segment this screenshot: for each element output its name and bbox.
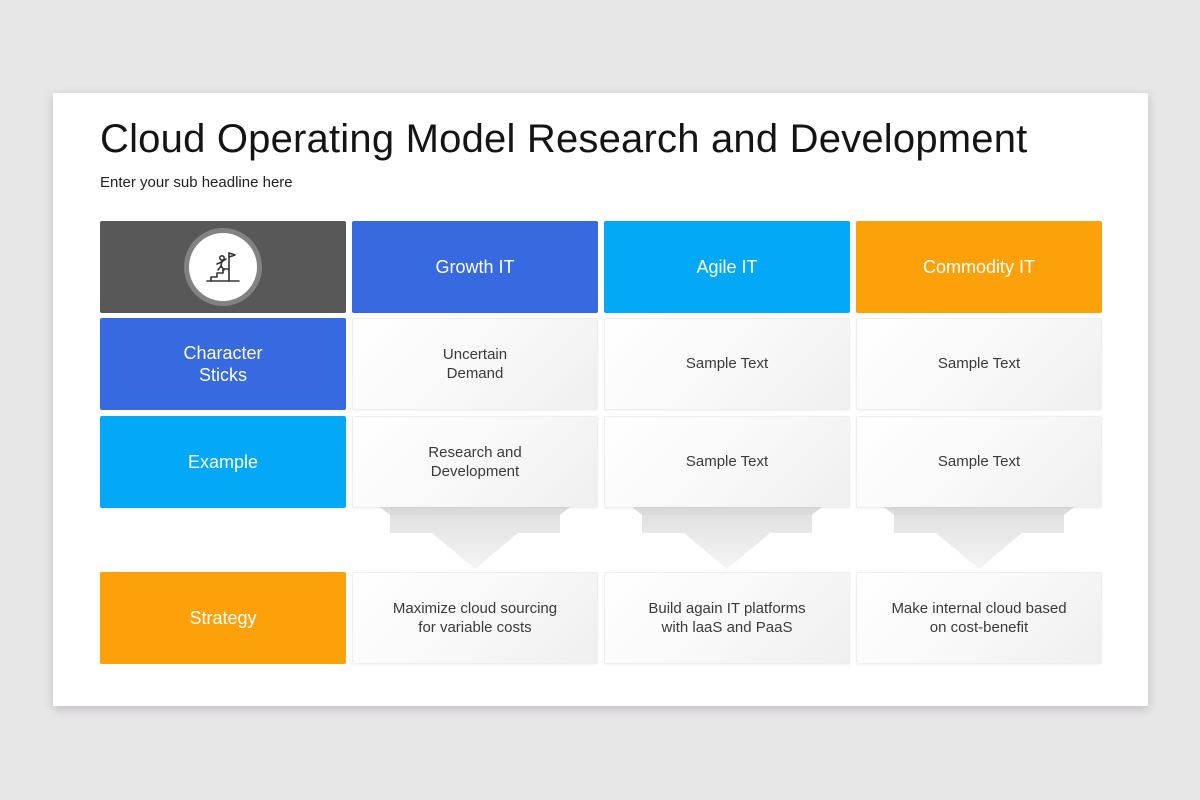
cell-strategy-agile: Build again IT platforms with laaS and P… <box>604 572 850 664</box>
column-header-label: Agile IT <box>696 256 758 277</box>
cell-text: Maximize cloud sourcing for variable cos… <box>392 599 558 637</box>
cell-character-growth: Uncertain Demand <box>352 318 598 410</box>
row-header-label: Example <box>187 451 259 472</box>
cell-strategy-commodity: Make internal cloud based on cost-benefi… <box>856 572 1102 664</box>
row-header-example: Example <box>100 416 346 508</box>
page-title: Cloud Operating Model Research and Devel… <box>100 117 1028 161</box>
cell-example-commodity: Sample Text <box>856 416 1102 508</box>
icon-circle <box>189 233 257 301</box>
cell-text: Sample Text <box>685 453 769 471</box>
down-arrow-icon <box>380 507 570 569</box>
down-arrow-icon <box>884 507 1074 569</box>
cell-text: Make internal cloud based on cost-benefi… <box>891 599 1067 637</box>
down-arrow-icon <box>632 507 822 569</box>
cell-example-growth: Research and Development <box>352 416 598 508</box>
cell-strategy-growth: Maximize cloud sourcing for variable cos… <box>352 572 598 664</box>
column-header-growth-it: Growth IT <box>352 221 598 313</box>
column-header-agile-it: Agile IT <box>604 221 850 313</box>
cell-character-commodity: Sample Text <box>856 318 1102 410</box>
header-icon-cell <box>100 221 346 313</box>
page-subtitle: Enter your sub headline here <box>100 174 293 191</box>
column-header-commodity-it: Commodity IT <box>856 221 1102 313</box>
row-header-strategy: Strategy <box>100 572 346 664</box>
cell-text: Sample Text <box>937 453 1021 471</box>
cell-text: Research and Development <box>428 443 522 481</box>
cell-text: Sample Text <box>685 355 769 373</box>
cell-text: Uncertain Demand <box>442 345 508 383</box>
row-header-label: Strategy <box>189 607 257 628</box>
cell-text: Sample Text <box>937 355 1021 373</box>
row-header-character-sticks: Character Sticks <box>100 318 346 410</box>
cell-character-agile: Sample Text <box>604 318 850 410</box>
cell-example-agile: Sample Text <box>604 416 850 508</box>
leader-on-steps-icon <box>206 252 240 282</box>
column-header-label: Commodity IT <box>922 256 1036 277</box>
row-header-label: Character Sticks <box>183 342 263 386</box>
cell-text: Build again IT platforms with laaS and P… <box>648 599 806 637</box>
column-header-label: Growth IT <box>435 256 515 277</box>
slide: Cloud Operating Model Research and Devel… <box>53 93 1148 706</box>
